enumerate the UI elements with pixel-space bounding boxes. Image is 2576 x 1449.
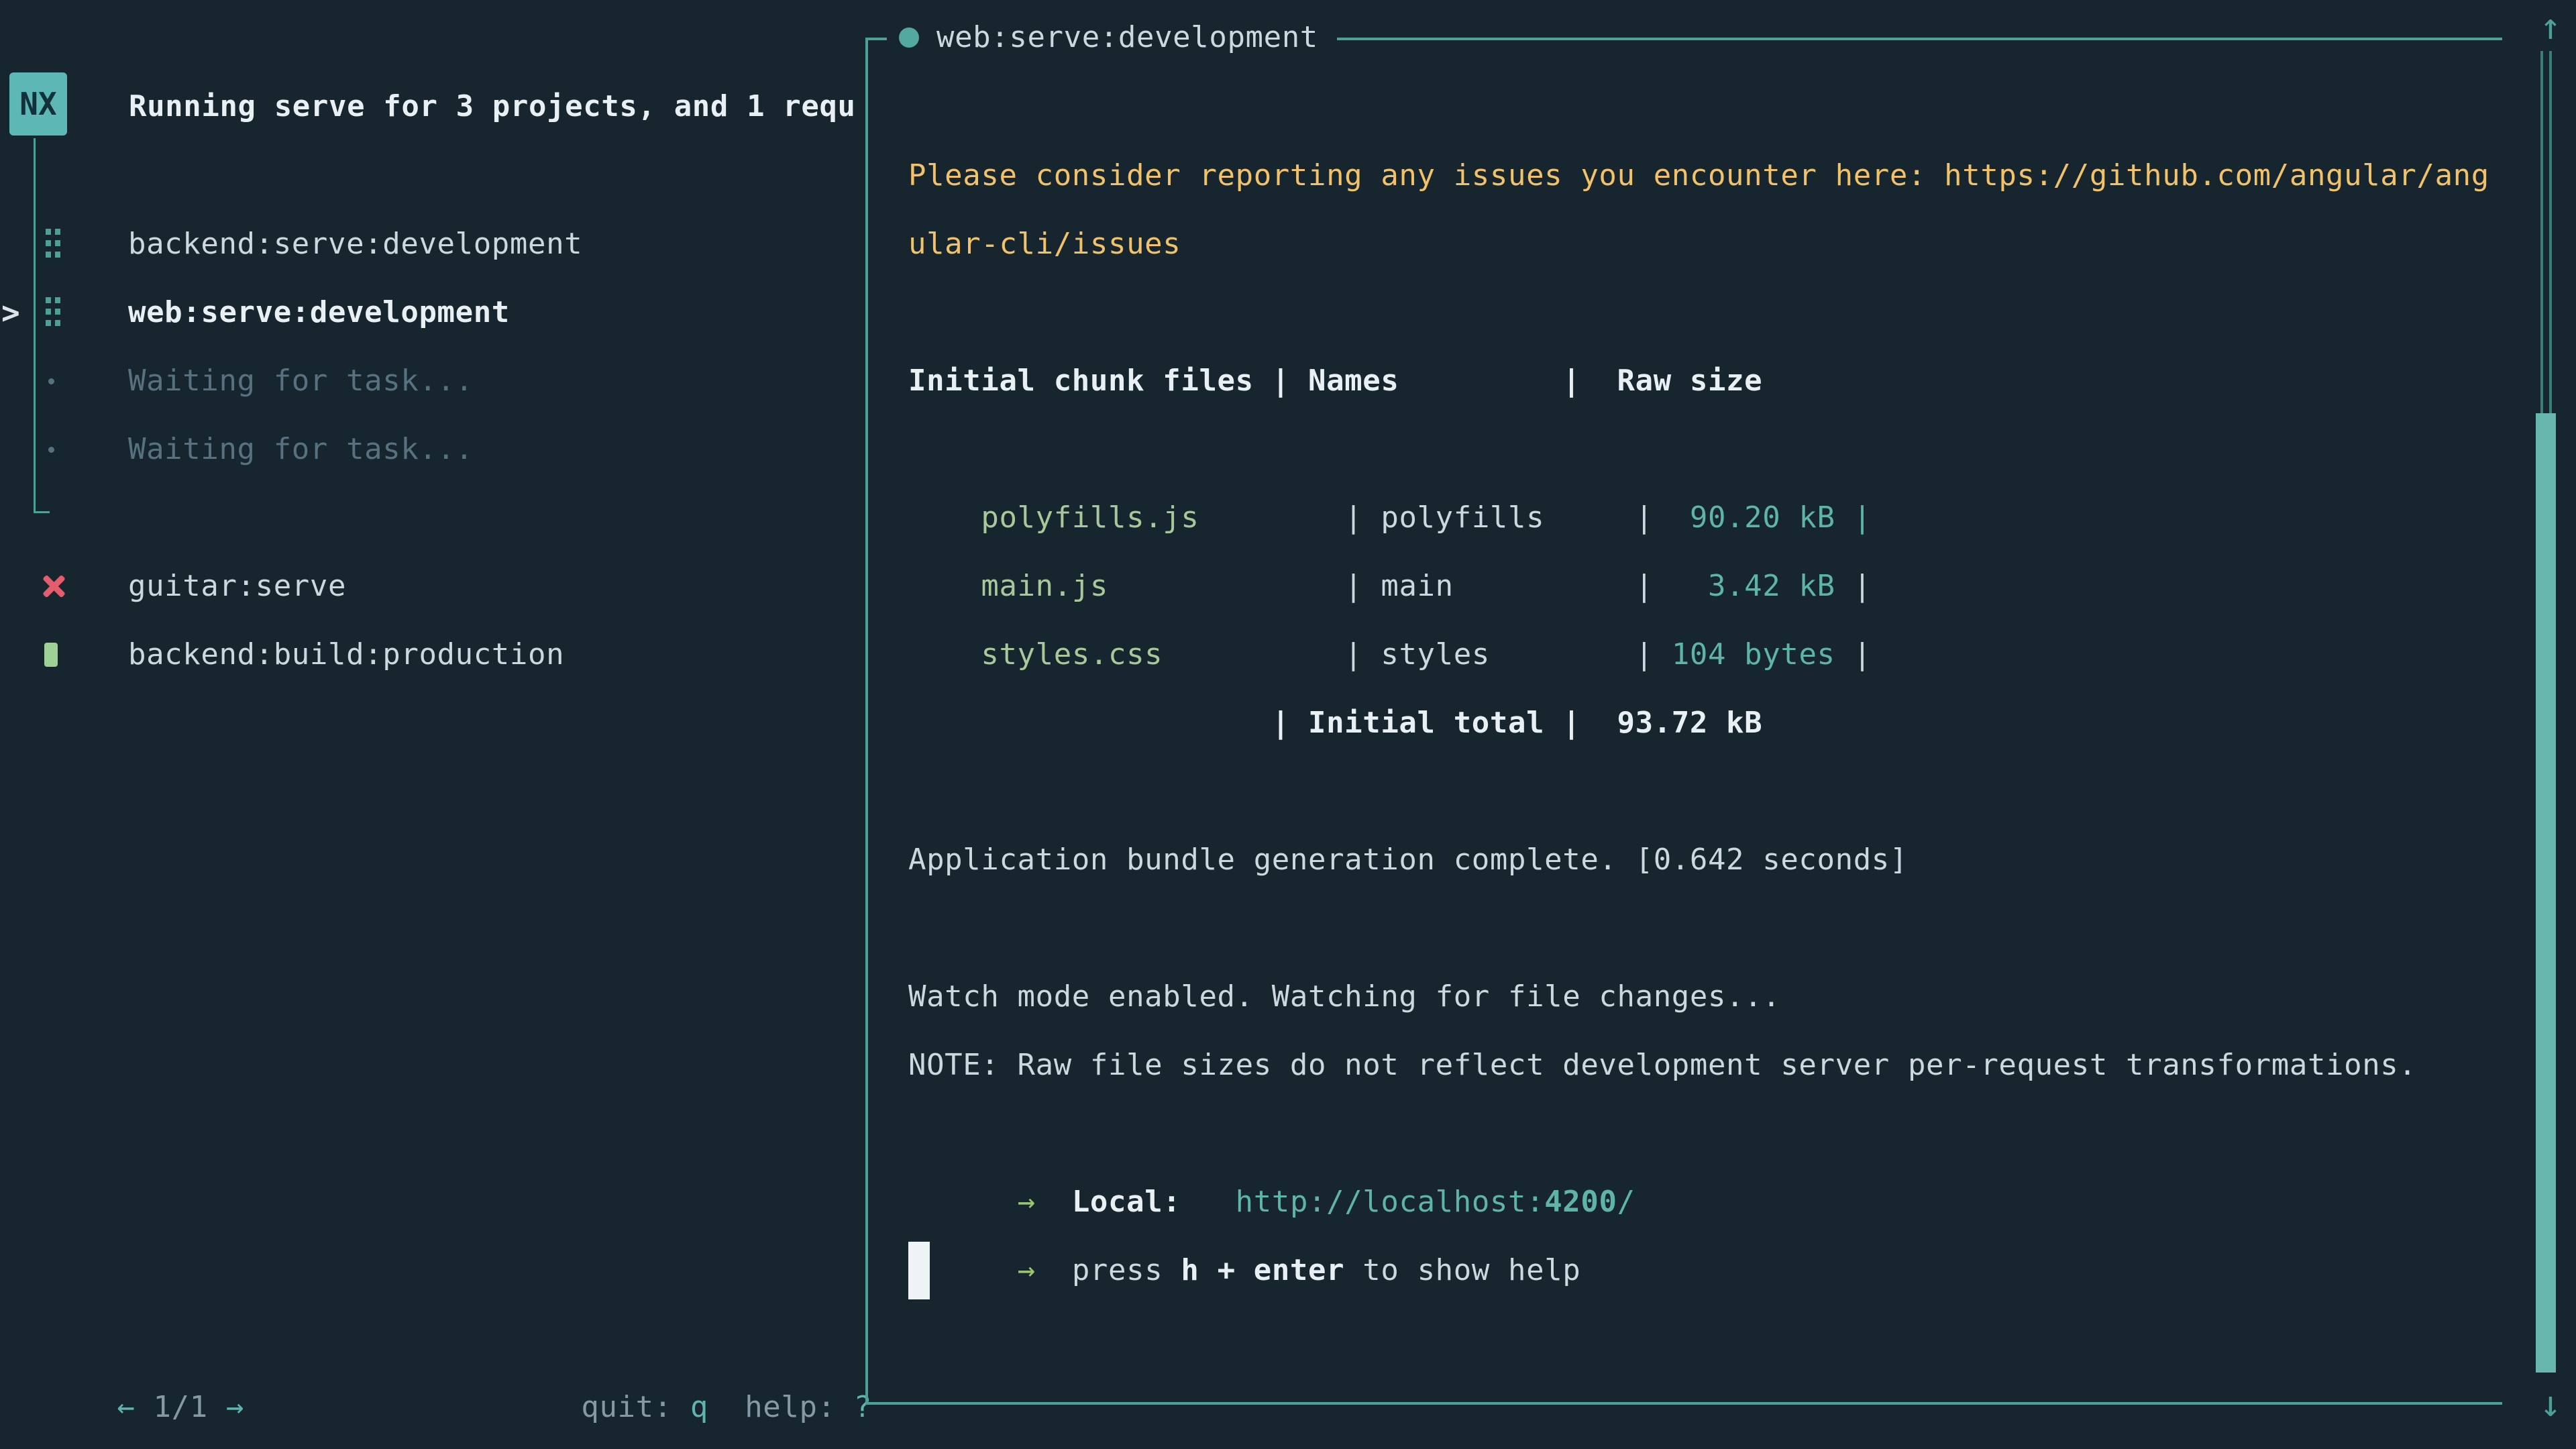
nx-logo: NX <box>9 72 67 136</box>
pending-dot-icon <box>48 378 54 384</box>
chunk-file: styles.css <box>981 637 1163 672</box>
quit-key: q <box>690 1390 708 1424</box>
task-backend-serve[interactable]: backend:serve:development <box>128 210 582 278</box>
spinner-icon <box>46 297 60 328</box>
page-prev-arrow[interactable]: ← <box>117 1390 135 1424</box>
spinner-icon <box>46 229 60 260</box>
chunk-size: 104 bytes <box>1672 637 1835 672</box>
task-tree-corner <box>34 511 50 513</box>
quit-label: quit: <box>581 1390 690 1424</box>
sidebar-title: Running serve for 3 projects, and 1 requ <box>129 72 856 141</box>
help-label: help: <box>745 1390 854 1424</box>
shortcut-hints: quit: q help: ? <box>508 1305 872 1449</box>
local-slash[interactable]: / <box>1617 1185 1635 1219</box>
chunk-table-header: Initial chunk files | Names | Raw size <box>908 347 1762 415</box>
initial-total-row: | Initial total | 93.72 kB <box>908 689 1762 757</box>
scrollbar-track[interactable] <box>2540 51 2552 413</box>
task-tree-line <box>34 138 36 511</box>
task-backend-build[interactable]: backend:build:production <box>128 621 564 689</box>
help-pre: press <box>1072 1253 1181 1287</box>
help-keys: h + enter <box>1181 1253 1344 1287</box>
indent <box>981 1253 1017 1287</box>
gap <box>1036 1253 1072 1287</box>
issue-notice-line2: ular-cli/issues <box>908 210 1181 278</box>
help-hint-line: → press h + enter to show help <box>908 1168 1580 1373</box>
scroll-down-arrow-icon[interactable]: ↓ <box>2524 1381 2576 1428</box>
task-waiting-1[interactable]: Waiting for task... <box>128 347 474 415</box>
watch-mode-line: Watch mode enabled. Watching for file ch… <box>908 963 1780 1031</box>
failed-x-icon <box>42 574 66 598</box>
terminal-cursor <box>908 1242 930 1299</box>
bundle-complete-line: Application bundle generation complete. … <box>908 826 1908 894</box>
chunk-tail: | <box>1835 637 1872 672</box>
panel-title: web:serve:development <box>936 23 1318 52</box>
nx-tui-screen: NX Running serve for 3 projects, and 1 r… <box>0 0 2576 1449</box>
page-next-arrow[interactable]: → <box>226 1390 244 1424</box>
scroll-up-arrow-icon[interactable]: ↑ <box>2524 3 2576 50</box>
raw-size-note-line: NOTE: Raw file sizes do not reflect deve… <box>908 1031 2417 1099</box>
hint-gap <box>708 1390 745 1424</box>
page-count: 1/1 <box>135 1390 225 1424</box>
selected-chevron-icon: > <box>1 278 20 347</box>
task-guitar-serve[interactable]: guitar:serve <box>128 552 346 621</box>
help-post: to show help <box>1344 1253 1580 1287</box>
pending-dot-icon <box>48 447 54 453</box>
task-waiting-2[interactable]: Waiting for task... <box>128 415 474 484</box>
chunk-name: | styles | <box>1163 637 1672 672</box>
panel-title-bar: web:serve:development <box>887 3 1337 72</box>
scrollbar-thumb[interactable] <box>2536 413 2556 1373</box>
task-web-serve[interactable]: web:serve:development <box>128 278 510 347</box>
running-status-dot-icon <box>899 28 919 48</box>
issue-notice-line1: Please consider reporting any issues you… <box>908 142 2489 210</box>
pagination: ← 1/1 → <box>44 1305 244 1449</box>
success-square-icon <box>44 643 58 667</box>
arrow-icon: → <box>1018 1253 1036 1287</box>
